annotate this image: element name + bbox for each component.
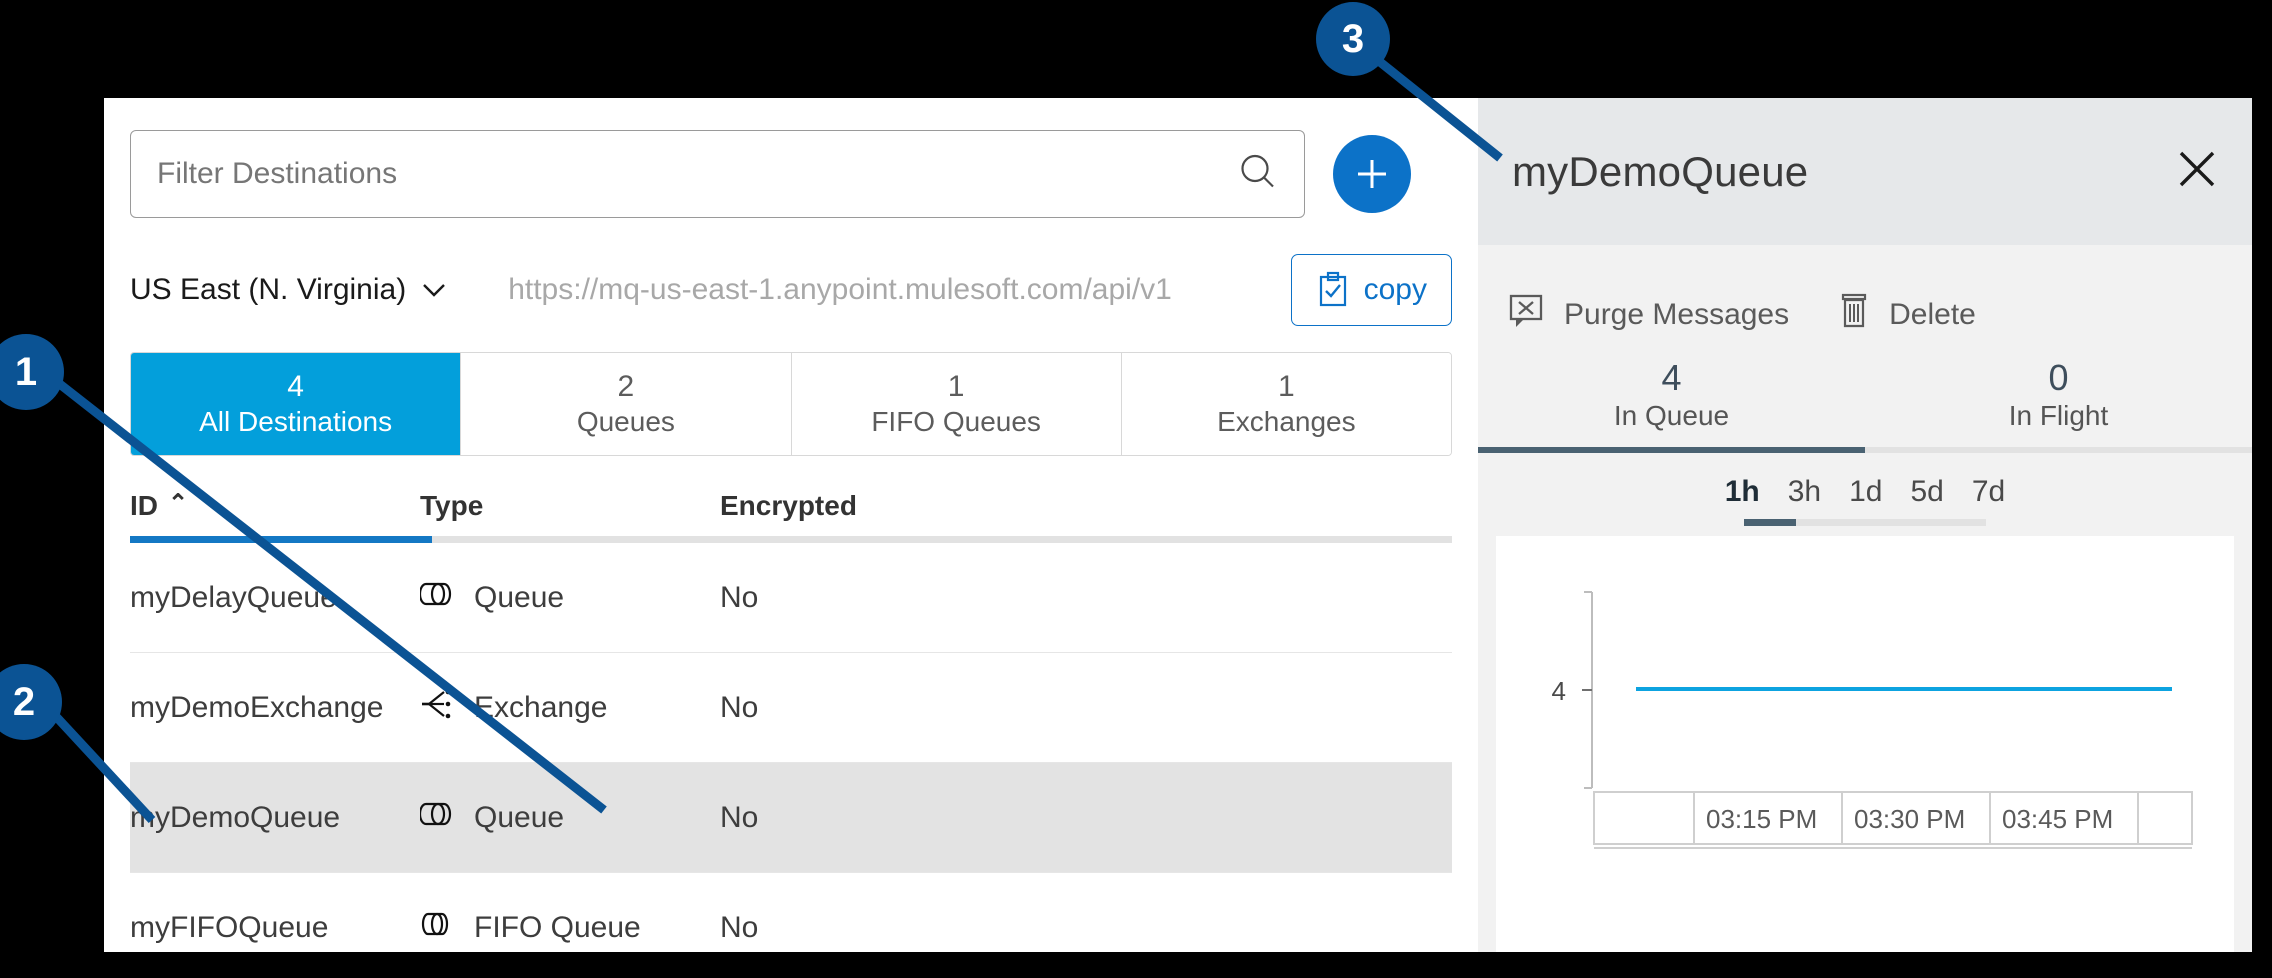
callout-leader-lines [0,0,2272,978]
callout-2-label: 2 [13,680,35,725]
callout-3-label: 3 [1342,17,1364,62]
callout-1-label: 1 [15,350,37,395]
screenshot-root: US East (N. Virginia) https://mq-us-east… [0,0,2272,978]
callout-badge-3: 3 [1316,2,1390,76]
